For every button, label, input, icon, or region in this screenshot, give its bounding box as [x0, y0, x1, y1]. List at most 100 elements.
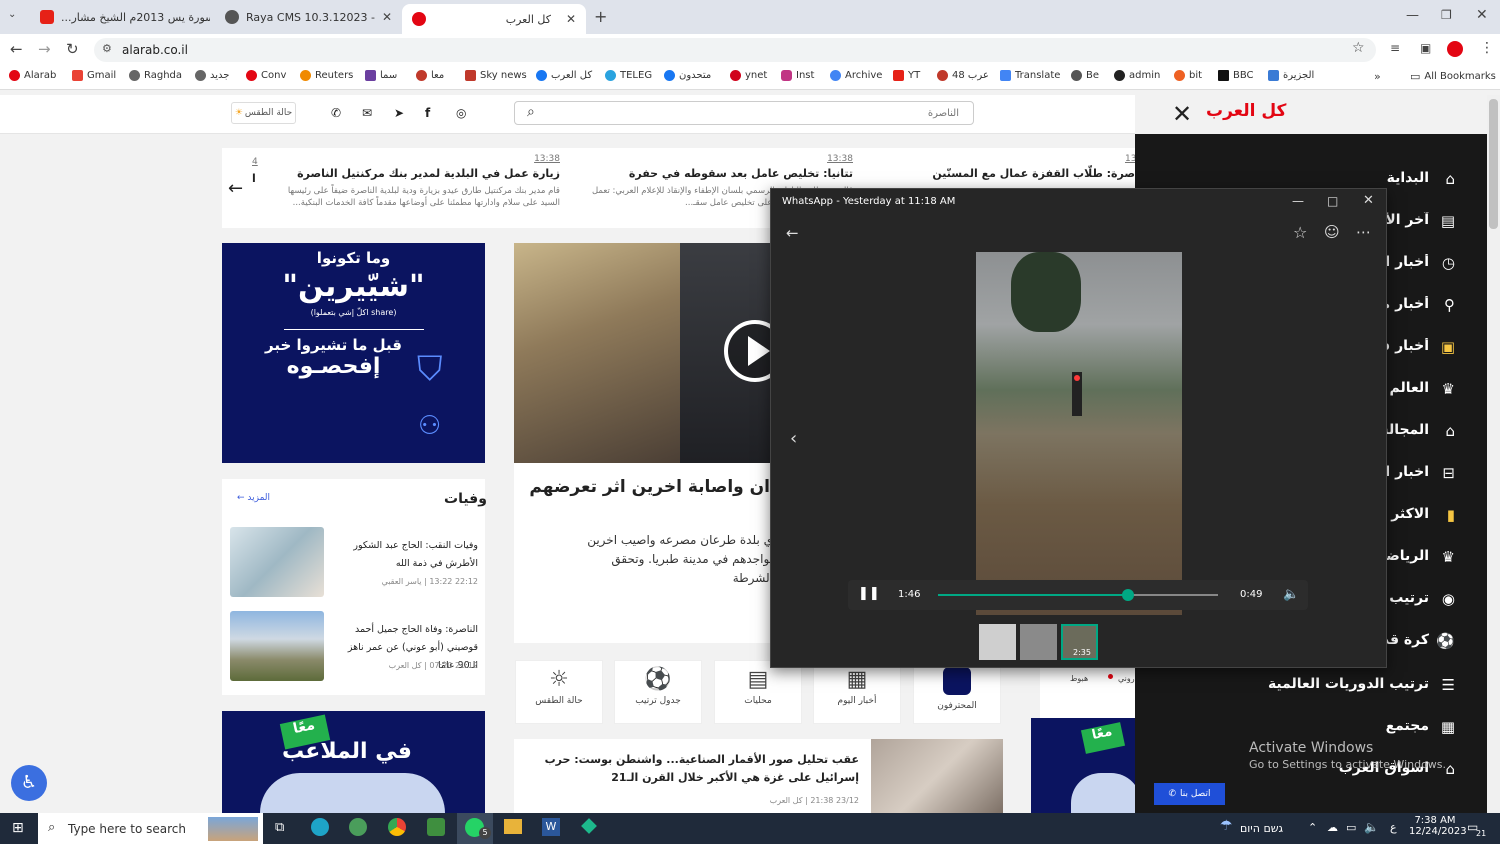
- window-close-icon[interactable]: ✕: [1476, 7, 1488, 23]
- tab-search-chevron-icon[interactable]: ⌄: [8, 9, 16, 20]
- network-icon[interactable]: ☁: [1327, 821, 1338, 834]
- sidebar-item[interactable]: مجتمع ▦: [1135, 718, 1455, 740]
- list-item[interactable]: وفيات النقب: الحاج عبد الشكور الأطرش في …: [230, 527, 478, 599]
- ticker-item[interactable]: 13 صرة: طلّاب القفزة عمال مع المسنّين: [880, 154, 1135, 180]
- bookmark-mutahidon[interactable]: متحدون: [664, 70, 711, 81]
- close-icon[interactable]: ✕: [382, 10, 392, 24]
- site-logo[interactable]: كل العرب: [1206, 101, 1286, 121]
- weather-rain-icon[interactable]: ☂: [1220, 818, 1233, 834]
- minimize-icon[interactable]: —: [1406, 8, 1419, 23]
- file-explorer-icon[interactable]: [504, 819, 522, 834]
- forward-arrow-icon[interactable]: →: [38, 40, 51, 58]
- quick-link-pros[interactable]: المحترفون: [913, 660, 1001, 724]
- tab-raya-cms[interactable]: Raya CMS 10.3.12023 - ✕: [215, 4, 395, 30]
- emoji-icon[interactable]: ☺: [1324, 223, 1340, 241]
- promo-banner-right[interactable]: معًا: [1031, 718, 1135, 813]
- bookmark-archive[interactable]: Archive: [830, 70, 882, 81]
- bookmark-gmail[interactable]: Gmail: [72, 70, 116, 81]
- quick-link-standings[interactable]: ⚽ جدول ترتيب: [614, 660, 702, 724]
- back-arrow-icon[interactable]: ←: [10, 40, 23, 58]
- telegram-icon[interactable]: ➤: [394, 106, 404, 120]
- extension-icon[interactable]: [1447, 41, 1463, 57]
- bookmark-teleg[interactable]: TELEG: [605, 70, 652, 81]
- taskbar-weather[interactable]: גשם היום: [1240, 822, 1283, 835]
- more-options-icon[interactable]: ⋯: [1356, 223, 1371, 241]
- bookmark-translate[interactable]: Translate: [1000, 70, 1060, 81]
- task-view-icon[interactable]: ⧉: [275, 820, 284, 835]
- tab-youtube[interactable]: سورة يس 2013م الشيخ مشار... ✕: [30, 4, 210, 30]
- seek-bar[interactable]: [938, 589, 1218, 601]
- whatsapp-taskbar-button[interactable]: 5: [457, 813, 493, 844]
- bookmark-sama[interactable]: سما: [365, 70, 397, 81]
- mail-icon[interactable]: ✉: [362, 106, 372, 120]
- bookmark-skynews[interactable]: Sky news: [465, 70, 527, 81]
- media-thumbnail[interactable]: [979, 624, 1016, 660]
- list-item[interactable]: الناصرة: وفاة الحاج جميل أحمد قوصيني (أب…: [230, 611, 478, 683]
- bookmark-kulalarab[interactable]: كل العرب: [536, 70, 592, 81]
- more-link[interactable]: ← المزيد: [237, 493, 270, 503]
- windows-start-icon[interactable]: ⊞: [12, 820, 24, 836]
- scroll-thumb[interactable]: [1489, 99, 1498, 229]
- new-tab-icon[interactable]: +: [594, 7, 607, 26]
- bookmark-bit[interactable]: bit: [1174, 70, 1202, 81]
- maximize-icon[interactable]: □: [1327, 194, 1338, 208]
- side-panel-icon[interactable]: ▣: [1420, 41, 1431, 55]
- search-icon[interactable]: ⌕: [527, 104, 535, 120]
- quick-link-local[interactable]: ▤ محليات: [714, 660, 802, 724]
- bookmark-instagram[interactable]: Inst: [781, 70, 814, 81]
- chrome-icon[interactable]: [388, 818, 406, 836]
- weather-widget[interactable]: ☀ حالة الطقس: [231, 102, 296, 124]
- bookmark-be[interactable]: Be: [1071, 70, 1099, 81]
- tab-alarab[interactable]: كل العرب ✕: [402, 4, 586, 34]
- bookmark-admin[interactable]: admin: [1114, 70, 1160, 81]
- media-icon[interactable]: ≡: [1390, 41, 1400, 55]
- minimize-icon[interactable]: —: [1292, 194, 1304, 208]
- tray-chevron-icon[interactable]: ⌃: [1308, 821, 1317, 834]
- all-bookmarks[interactable]: ▭ All Bookmarks: [1410, 70, 1496, 83]
- close-menu-icon[interactable]: ✕: [1172, 100, 1192, 128]
- taskbar-search-input[interactable]: ⌕ Type here to search: [38, 813, 263, 844]
- url-input[interactable]: ⚙ alarab.co.il: [94, 38, 1376, 62]
- star-icon[interactable]: ☆: [1293, 223, 1307, 242]
- app-icon[interactable]: [349, 818, 367, 836]
- whatsapp-icon[interactable]: ✆: [331, 106, 341, 120]
- instagram-icon[interactable]: ◎: [456, 106, 466, 120]
- site-info-icon[interactable]: ⚙: [102, 42, 112, 55]
- bookmark-arab48[interactable]: عرب 48: [937, 70, 989, 81]
- facebook-icon[interactable]: f: [425, 106, 430, 120]
- back-arrow-icon[interactable]: ←: [786, 224, 799, 242]
- word-icon[interactable]: W: [542, 818, 560, 836]
- pause-icon[interactable]: ❚❚: [858, 586, 880, 601]
- promo-banner-bottom[interactable]: معًا في الملاعب: [222, 711, 485, 813]
- contact-button[interactable]: ✆ اتصل بنا: [1154, 783, 1225, 805]
- speaker-icon[interactable]: 🔈: [1364, 820, 1379, 834]
- edge-icon[interactable]: [311, 818, 329, 836]
- sidebar-item[interactable]: ترتيب الدوريات العالمية ☰: [1135, 676, 1455, 698]
- app-icon[interactable]: [427, 818, 445, 836]
- ticker-item[interactable]: 13:38 زيارة عمل في البلدية لمدير بنك مرك…: [270, 154, 560, 209]
- star-icon[interactable]: ☆: [1352, 40, 1365, 56]
- close-icon[interactable]: ✕: [1363, 193, 1374, 208]
- more-bookmarks-icon[interactable]: »: [1374, 70, 1381, 83]
- volume-icon[interactable]: 🔈: [1283, 587, 1299, 602]
- quick-link-today[interactable]: ▦ أخبار اليوم: [813, 660, 901, 724]
- news-card[interactable]: عقب تحليل صور الأقمار الصناعية... واشنطن…: [514, 739, 1003, 813]
- media-thumbnail-selected[interactable]: 2:35: [1061, 624, 1098, 660]
- menu-kebab-icon[interactable]: ⋮: [1480, 40, 1494, 56]
- bookmark-raghda[interactable]: Raghda: [129, 70, 182, 81]
- bookmark-jadeed[interactable]: جديد: [195, 70, 229, 81]
- bookmark-reuters[interactable]: Reuters: [300, 70, 353, 81]
- clock[interactable]: 7:38 AM 12/24/2023: [1409, 815, 1467, 837]
- media-thumbnail[interactable]: [1020, 624, 1057, 660]
- search-input[interactable]: ⌕ الناصرة: [514, 101, 974, 125]
- promo-banner[interactable]: وما تكونوا "شيّيرين" (اكلّ إشي بتعملوا s…: [222, 243, 485, 463]
- bookmark-bbc[interactable]: BBC: [1218, 70, 1254, 81]
- video-frame[interactable]: [976, 252, 1182, 615]
- quick-link-weather[interactable]: ☼ حالة الطقس: [515, 660, 603, 724]
- accessibility-icon[interactable]: ♿: [11, 765, 47, 801]
- input-language[interactable]: ع: [1390, 821, 1397, 834]
- chevron-left-icon[interactable]: ‹: [790, 428, 797, 449]
- bookmark-aljazeera[interactable]: الجزيرة: [1268, 70, 1314, 81]
- restore-icon[interactable]: ❐: [1441, 8, 1452, 22]
- close-icon[interactable]: ✕: [566, 12, 576, 26]
